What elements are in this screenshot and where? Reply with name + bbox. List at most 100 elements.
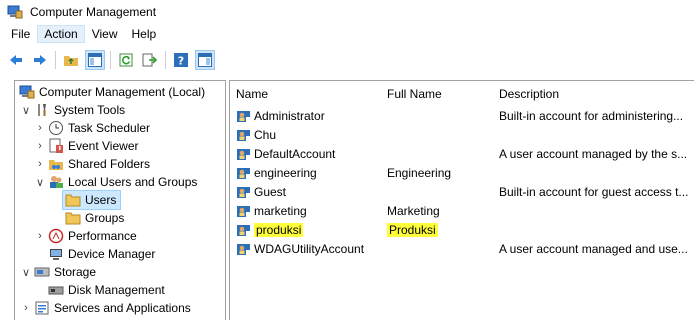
tree-item-local-users-and-groups[interactable]: ∨ Local Users and Groups bbox=[35, 173, 197, 191]
user-icon bbox=[236, 146, 252, 162]
menu-bar: File Action View Help bbox=[0, 24, 694, 44]
chevron-right-icon[interactable]: › bbox=[35, 119, 45, 137]
toolbar-separator bbox=[165, 51, 166, 69]
disk-management-icon bbox=[48, 282, 64, 298]
table-row[interactable]: Administrator Built-in account for admini… bbox=[230, 106, 694, 125]
device-manager-icon bbox=[48, 246, 64, 262]
tree-item-task-scheduler[interactable]: › Task Scheduler bbox=[35, 119, 150, 137]
computer-management-icon bbox=[7, 4, 23, 20]
refresh-icon[interactable] bbox=[116, 50, 136, 70]
menu-action[interactable]: Action bbox=[37, 25, 85, 43]
user-name: marketing bbox=[254, 203, 307, 218]
export-list-icon[interactable] bbox=[140, 50, 160, 70]
user-full-name-cell: Marketing bbox=[387, 201, 440, 220]
tree-item-label: System Tools bbox=[54, 103, 126, 117]
user-description-cell: A user account managed by the s... bbox=[499, 144, 687, 163]
tree-item-label: Event Viewer bbox=[68, 139, 139, 153]
clock-icon bbox=[48, 120, 64, 136]
folder-icon bbox=[65, 192, 81, 208]
chevron-down-icon[interactable]: ∨ bbox=[35, 173, 45, 191]
user-name: Administrator bbox=[254, 108, 325, 123]
user-full-name: Engineering bbox=[387, 165, 452, 180]
table-row[interactable]: marketing Marketing bbox=[230, 201, 694, 220]
chevron-right-icon[interactable]: › bbox=[35, 227, 45, 245]
table-row[interactable]: engineering Engineering bbox=[230, 163, 694, 182]
performance-icon bbox=[48, 228, 64, 244]
window-title: Computer Management bbox=[30, 5, 157, 19]
column-header-name[interactable]: Name bbox=[236, 87, 268, 101]
folder-icon bbox=[65, 210, 81, 226]
tree-item-label: Task Scheduler bbox=[68, 121, 151, 135]
user-description: A user account managed and use... bbox=[499, 241, 688, 256]
tree-item-services-and-applications[interactable]: › Services and Applications bbox=[21, 299, 191, 317]
chevron-right-icon[interactable]: › bbox=[35, 137, 45, 155]
user-icon bbox=[236, 241, 252, 257]
tree-item-label: Storage bbox=[54, 265, 97, 279]
user-full-name: Marketing bbox=[387, 203, 440, 218]
user-icon bbox=[236, 127, 252, 143]
help-icon[interactable]: ? bbox=[171, 50, 191, 70]
user-icon bbox=[236, 203, 252, 219]
table-row[interactable]: DefaultAccount A user account managed by … bbox=[230, 144, 694, 163]
user-name-cell: marketing bbox=[236, 201, 307, 220]
tree-item-computer-management[interactable]: Computer Management (Local) bbox=[19, 83, 205, 101]
table-row[interactable]: Guest Built-in account for guest access t… bbox=[230, 182, 694, 201]
chevron-right-icon[interactable]: › bbox=[35, 155, 45, 173]
tree-item-shared-folders[interactable]: › Shared Folders bbox=[35, 155, 150, 173]
user-description: A user account managed by the s... bbox=[499, 146, 688, 161]
tree-item-device-manager[interactable]: Device Manager bbox=[48, 245, 155, 263]
toolbar: ? bbox=[0, 46, 694, 74]
user-full-name: Produksi bbox=[387, 222, 438, 237]
user-description: Built-in account for administering... bbox=[499, 108, 684, 123]
svg-text:?: ? bbox=[178, 55, 184, 68]
user-full-name-cell: Engineering bbox=[387, 163, 451, 182]
user-icon bbox=[236, 108, 252, 124]
tree-item-label: Users bbox=[85, 193, 117, 207]
tree-item-groups[interactable]: Groups bbox=[65, 209, 124, 227]
users-group-icon bbox=[48, 174, 64, 190]
tree-item-performance[interactable]: › Performance bbox=[35, 227, 137, 245]
tree-item-system-tools[interactable]: ∨ System Tools bbox=[21, 101, 125, 119]
computer-management-icon bbox=[19, 84, 35, 100]
tree-item-label: Disk Management bbox=[68, 283, 165, 297]
tree-item-event-viewer[interactable]: › Event Viewer bbox=[35, 137, 138, 155]
forward-arrow-icon[interactable] bbox=[30, 50, 50, 70]
chevron-right-icon[interactable]: › bbox=[21, 299, 31, 317]
user-name-cell: engineering bbox=[236, 163, 317, 182]
table-row[interactable]: produksi Produksi bbox=[230, 220, 694, 239]
tree-item-storage[interactable]: ∨ Storage bbox=[21, 263, 96, 281]
tree-item-label: Performance bbox=[68, 229, 137, 243]
column-header-full-name[interactable]: Full Name bbox=[387, 87, 442, 101]
chevron-down-icon[interactable]: ∨ bbox=[21, 101, 31, 119]
up-folder-icon[interactable] bbox=[61, 50, 81, 70]
tree-item-users[interactable]: Users bbox=[62, 190, 122, 210]
table-row[interactable]: WDAGUtilityAccount A user account managed… bbox=[230, 239, 694, 258]
table-row[interactable]: Chu bbox=[230, 125, 694, 144]
tree-item-label: Device Manager bbox=[68, 247, 156, 261]
tree-item-disk-management[interactable]: Disk Management bbox=[48, 281, 165, 299]
show-hide-tree-icon[interactable] bbox=[85, 50, 105, 70]
event-viewer-icon bbox=[48, 138, 64, 154]
user-name-cell: DefaultAccount bbox=[236, 144, 335, 163]
user-name: engineering bbox=[254, 165, 317, 180]
menu-file[interactable]: File bbox=[4, 25, 37, 43]
user-name-cell: Chu bbox=[236, 125, 276, 144]
column-header-description[interactable]: Description bbox=[499, 87, 559, 101]
tree-item-label: Shared Folders bbox=[68, 157, 151, 171]
menu-help[interactable]: Help bbox=[125, 25, 164, 43]
properties-pane-icon[interactable] bbox=[195, 50, 215, 70]
storage-icon bbox=[34, 264, 50, 280]
user-name: Guest bbox=[254, 184, 287, 199]
user-icon bbox=[236, 222, 252, 238]
menu-view[interactable]: View bbox=[85, 25, 125, 43]
chevron-down-icon[interactable]: ∨ bbox=[21, 263, 31, 281]
console-tree[interactable]: Computer Management (Local) ∨ System Too… bbox=[14, 80, 226, 320]
user-description-cell: Built-in account for guest access t... bbox=[499, 182, 688, 201]
tree-item-label: Groups bbox=[85, 211, 125, 225]
user-name: Chu bbox=[254, 127, 277, 142]
back-arrow-icon[interactable] bbox=[6, 50, 26, 70]
users-list[interactable]: Name Full Name Description Administrator… bbox=[229, 80, 694, 320]
shared-folder-icon bbox=[48, 156, 64, 172]
user-name-cell: produksi bbox=[236, 220, 304, 239]
title-bar: Computer Management bbox=[0, 0, 694, 24]
